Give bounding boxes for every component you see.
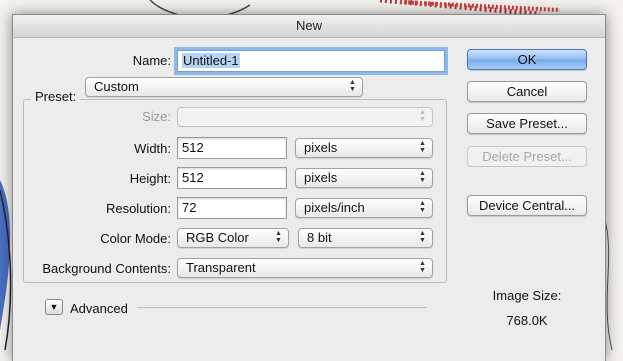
up-down-arrows-icon: ▲ ▼ (419, 140, 426, 154)
resolution-label: Resolution: (105, 201, 171, 216)
delete-preset-button[interactable]: Delete Preset... (467, 146, 587, 167)
color-mode-popup[interactable]: RGB Color ▲ ▼ (177, 228, 289, 248)
width-unit-popup[interactable]: pixels ▲ ▼ (295, 138, 433, 158)
dialog-title: New (13, 15, 605, 38)
advanced-disclosure-button[interactable]: ▼ (45, 299, 63, 315)
device-central-button[interactable]: Device Central... (467, 195, 587, 216)
up-down-arrows-icon: ▲ ▼ (419, 170, 426, 184)
height-unit-value: pixels (304, 170, 338, 185)
advanced-label: Advanced (70, 301, 128, 316)
resolution-field[interactable]: 72 (177, 197, 287, 219)
name-field[interactable]: Untitled-1 (177, 50, 445, 72)
up-down-arrows-icon: ▲ ▼ (419, 260, 426, 274)
name-label: Name: (132, 53, 171, 68)
ok-button[interactable]: OK (467, 49, 587, 70)
height-label: Height: (129, 171, 171, 186)
cancel-button[interactable]: Cancel (467, 81, 587, 102)
new-document-dialog: New Name: Untitled-1 Preset: Custom ▲ ▼ S… (12, 14, 606, 361)
size-label: Size: (142, 109, 171, 124)
up-down-arrows-icon: ▲ ▼ (419, 230, 426, 244)
disclosure-triangle-icon: ▼ (49, 302, 59, 312)
bit-depth-popup[interactable]: 8 bit ▲ ▼ (298, 228, 433, 248)
width-label: Width: (134, 141, 171, 156)
up-down-arrows-icon: ▲ ▼ (275, 230, 282, 244)
resolution-unit-value: pixels/inch (304, 200, 365, 215)
color-mode-value: RGB Color (186, 230, 249, 245)
image-size-value: 768.0K (506, 313, 548, 328)
resolution-value: 72 (182, 200, 197, 215)
width-value: 512 (182, 140, 204, 155)
width-unit-value: pixels (304, 140, 338, 155)
background-contents-label: Background Contents: (42, 261, 171, 276)
up-down-arrows-icon: ▲ ▼ (419, 109, 426, 123)
image-size-label: Image Size: (492, 288, 562, 303)
up-down-arrows-icon: ▲ ▼ (349, 79, 356, 93)
height-unit-popup[interactable]: pixels ▲ ▼ (295, 168, 433, 188)
preset-value: Custom (94, 79, 139, 94)
resolution-unit-popup[interactable]: pixels/inch ▲ ▼ (295, 198, 433, 218)
bit-depth-value: 8 bit (307, 230, 332, 245)
height-field[interactable]: 512 (177, 167, 287, 189)
background-contents-value: Transparent (186, 260, 256, 275)
size-popup[interactable]: ▲ ▼ (177, 107, 433, 127)
color-mode-label: Color Mode: (100, 231, 171, 246)
up-down-arrows-icon: ▲ ▼ (419, 200, 426, 214)
save-preset-button[interactable]: Save Preset... (467, 113, 587, 134)
preset-label: Preset: (35, 89, 77, 104)
preset-row: Preset: (31, 89, 81, 104)
height-value: 512 (182, 170, 204, 185)
advanced-divider (137, 307, 427, 308)
width-field[interactable]: 512 (177, 137, 287, 159)
preset-popup[interactable]: Custom ▲ ▼ (85, 77, 363, 97)
name-field-value: Untitled-1 (182, 53, 240, 68)
background-contents-popup[interactable]: Transparent ▲ ▼ (177, 258, 433, 278)
